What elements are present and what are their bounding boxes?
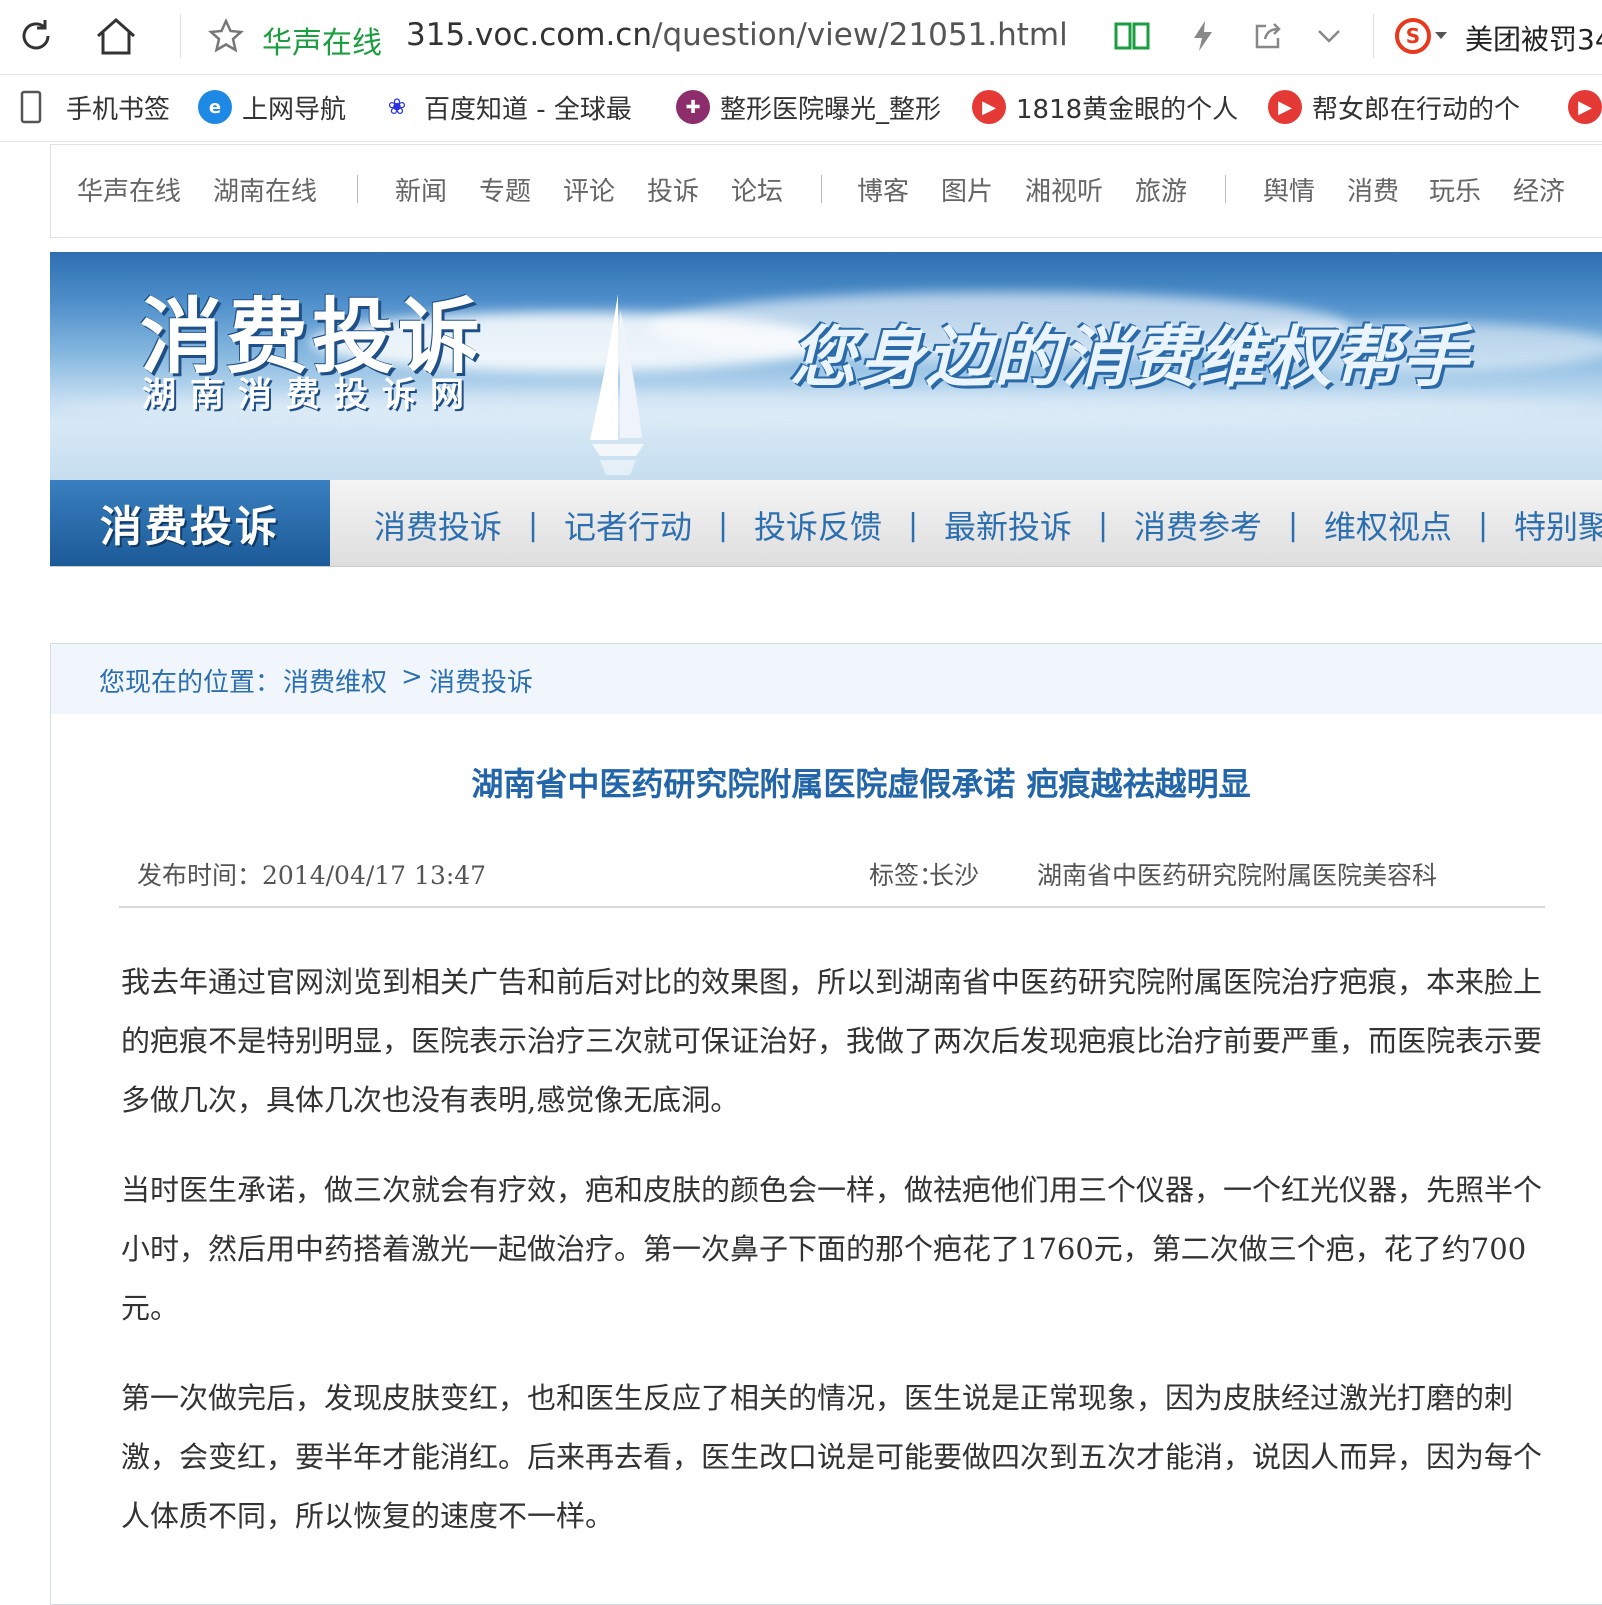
section-divider: | bbox=[1098, 508, 1109, 543]
bookmark-hospital-exposure[interactable]: ✚ 整形医院曝光_整形 bbox=[676, 87, 941, 127]
search-divider bbox=[1373, 14, 1374, 58]
bookmark-label: 手机书签 bbox=[66, 94, 171, 125]
breadcrumb-level2[interactable]: 消费投诉 bbox=[429, 662, 533, 699]
nav-divider bbox=[1225, 175, 1226, 203]
bookmark-bangnvlang[interactable]: ▶ 帮女郎在行动的个 bbox=[1268, 87, 1520, 127]
section-item-special[interactable]: 特别聚 bbox=[1514, 502, 1602, 548]
url-host: 315.voc.com.cn bbox=[406, 17, 652, 53]
section-item-complaints[interactable]: 消费投诉 bbox=[374, 502, 502, 548]
publish-time: 发布时间：2014/04/17 13:47 bbox=[137, 861, 487, 890]
nav-blog[interactable]: 博客 bbox=[857, 171, 909, 208]
meta-divider bbox=[119, 906, 1545, 908]
banner-subtitle: 湖南消费投诉网 bbox=[142, 375, 478, 415]
nav-consumption[interactable]: 消费 bbox=[1347, 171, 1399, 208]
hospital-icon: ✚ bbox=[676, 90, 710, 124]
nav-divider bbox=[357, 175, 358, 203]
search-box-text[interactable]: 美团被罚34 bbox=[1465, 18, 1602, 58]
nav-leisure[interactable]: 玩乐 bbox=[1429, 171, 1481, 208]
browser-toolbar: 华声在线 315.voc.com.cn/question/view/21051.… bbox=[0, 0, 1602, 75]
nav-public-opinion[interactable]: 舆情 bbox=[1263, 171, 1315, 208]
site-name-label: 华声在线 bbox=[262, 26, 382, 61]
bookmark-label: 上网导航 bbox=[242, 94, 347, 125]
section-item-latest[interactable]: 最新投诉 bbox=[944, 502, 1072, 548]
section-divider: | bbox=[718, 508, 729, 543]
bookmarks-bar: 手机书签 e 上网导航 ❀ 百度知道 - 全球最 ✚ 整形医院曝光_整形 ▶ 1… bbox=[0, 75, 1602, 142]
section-divider: | bbox=[1288, 508, 1299, 543]
sogou-search-icon[interactable]: S bbox=[1392, 14, 1452, 58]
nav-huasheng[interactable]: 华声在线 bbox=[77, 171, 181, 208]
bookmark-1818[interactable]: ▶ 1818黄金眼的个人 bbox=[972, 87, 1238, 127]
bookmark-baidu-zhidao[interactable]: ❀ 百度知道 - 全球最 bbox=[380, 87, 632, 127]
section-divider: | bbox=[908, 508, 919, 543]
site-banner: 消费投诉 湖南消费投诉网 您身边的消费维权帮手 bbox=[50, 252, 1602, 480]
nav-travel[interactable]: 旅游 bbox=[1135, 171, 1187, 208]
section-item-reference[interactable]: 消费参考 bbox=[1134, 502, 1262, 548]
nav-economy[interactable]: 经济 bbox=[1513, 171, 1565, 208]
banner-slogan: 您身边的消费维权帮手 bbox=[790, 319, 1470, 396]
nav-forum[interactable]: 论坛 bbox=[731, 171, 783, 208]
section-label: 消费投诉 bbox=[50, 480, 330, 566]
lightning-icon[interactable] bbox=[1186, 14, 1220, 58]
bookmark-label: 1818黄金眼的个人 bbox=[1016, 94, 1239, 125]
nav-divider bbox=[821, 175, 822, 203]
section-nav: 消费投诉 消费投诉 | 记者行动 | 投诉反馈 | 最新投诉 | 消费参考 | … bbox=[50, 480, 1602, 567]
baidu-icon: ❀ bbox=[387, 94, 407, 120]
section-item-reporter-action[interactable]: 记者行动 bbox=[564, 502, 692, 548]
section-item-viewpoint[interactable]: 维权视点 bbox=[1324, 502, 1452, 548]
sailboat-icon bbox=[590, 294, 644, 475]
bookmark-label: 整形医院曝光_整形 bbox=[720, 94, 942, 125]
nav-topics[interactable]: 专题 bbox=[479, 171, 531, 208]
article-paragraph: 我去年通过官网浏览到相关广告和前后对比的效果图，所以到湖南省中医药研究院附属医院… bbox=[121, 965, 1543, 1117]
section-divider: | bbox=[1478, 508, 1489, 543]
tag-changsha[interactable]: 长沙 bbox=[929, 856, 979, 892]
bookmark-mobile[interactable]: 手机书签 bbox=[14, 87, 170, 127]
section-label-text: 消费投诉 bbox=[99, 501, 280, 551]
play-icon: ▶ bbox=[1568, 90, 1602, 124]
article-container: 您现在的位置： 消费维权 > 消费投诉 湖南省中医药研究院附属医院虚假承诺 疤痕… bbox=[50, 643, 1602, 1605]
reload-icon[interactable] bbox=[14, 14, 58, 58]
bookmark-overflow[interactable]: ▶ bbox=[1568, 87, 1602, 127]
breadcrumb-prefix: 您现在的位置： bbox=[99, 668, 282, 698]
breadcrumb-separator: > bbox=[401, 662, 423, 692]
home-icon[interactable] bbox=[92, 14, 140, 58]
address-divider bbox=[180, 14, 181, 58]
site-top-nav: 华声在线 湖南在线 新闻 专题 评论 投诉 论坛 博客 图片 湘视听 旅游 舆情… bbox=[50, 144, 1602, 238]
bookmark-navigation[interactable]: e 上网导航 bbox=[198, 87, 346, 127]
section-item-feedback[interactable]: 投诉反馈 bbox=[754, 502, 882, 548]
address-bar[interactable]: 315.voc.com.cn/question/view/21051.html bbox=[406, 17, 1068, 53]
nav-hunan-online[interactable]: 湖南在线 bbox=[213, 171, 317, 208]
star-icon[interactable] bbox=[206, 14, 246, 58]
chevron-down-icon[interactable] bbox=[1312, 14, 1346, 58]
nav-pictures[interactable]: 图片 bbox=[941, 171, 993, 208]
play-icon: ▶ bbox=[972, 90, 1006, 124]
bookmark-label: 帮女郎在行动的个 bbox=[1312, 94, 1521, 125]
svg-text:S: S bbox=[1406, 24, 1420, 48]
nav-xiang-video[interactable]: 湘视听 bbox=[1025, 171, 1103, 208]
tag-hospital-dept[interactable]: 湖南省中医药研究院附属医院美容科 bbox=[1037, 856, 1437, 892]
breadcrumb-level1[interactable]: 消费维权 bbox=[283, 662, 387, 699]
nav-news[interactable]: 新闻 bbox=[395, 171, 447, 208]
section-divider: | bbox=[528, 508, 539, 543]
nav-comments[interactable]: 评论 bbox=[563, 171, 615, 208]
article-paragraph: 当时医生承诺，做三次就会有疗效，疤和皮肤的颜色会一样，做祛疤他们用三个仪器，一个… bbox=[121, 1173, 1543, 1325]
article-paragraph: 第一次做完后，发现皮肤变红，也和医生反应了相关的情况，医生说是正常现象，因为皮肤… bbox=[121, 1381, 1543, 1533]
share-icon[interactable] bbox=[1250, 14, 1286, 58]
article-title: 湖南省中医药研究院附属医院虚假承诺 疤痕越祛越明显 bbox=[471, 765, 1251, 803]
reader-icon[interactable] bbox=[1112, 14, 1152, 58]
url-path: /question/view/21051.html bbox=[652, 17, 1068, 53]
ie-icon: e bbox=[198, 90, 232, 124]
nav-complaints[interactable]: 投诉 bbox=[647, 171, 699, 208]
play-icon: ▶ bbox=[1268, 90, 1302, 124]
bookmark-label: 百度知道 - 全球最 bbox=[424, 94, 632, 125]
breadcrumb: 您现在的位置： 消费维权 > 消费投诉 bbox=[51, 644, 1602, 714]
phone-icon bbox=[14, 90, 48, 124]
